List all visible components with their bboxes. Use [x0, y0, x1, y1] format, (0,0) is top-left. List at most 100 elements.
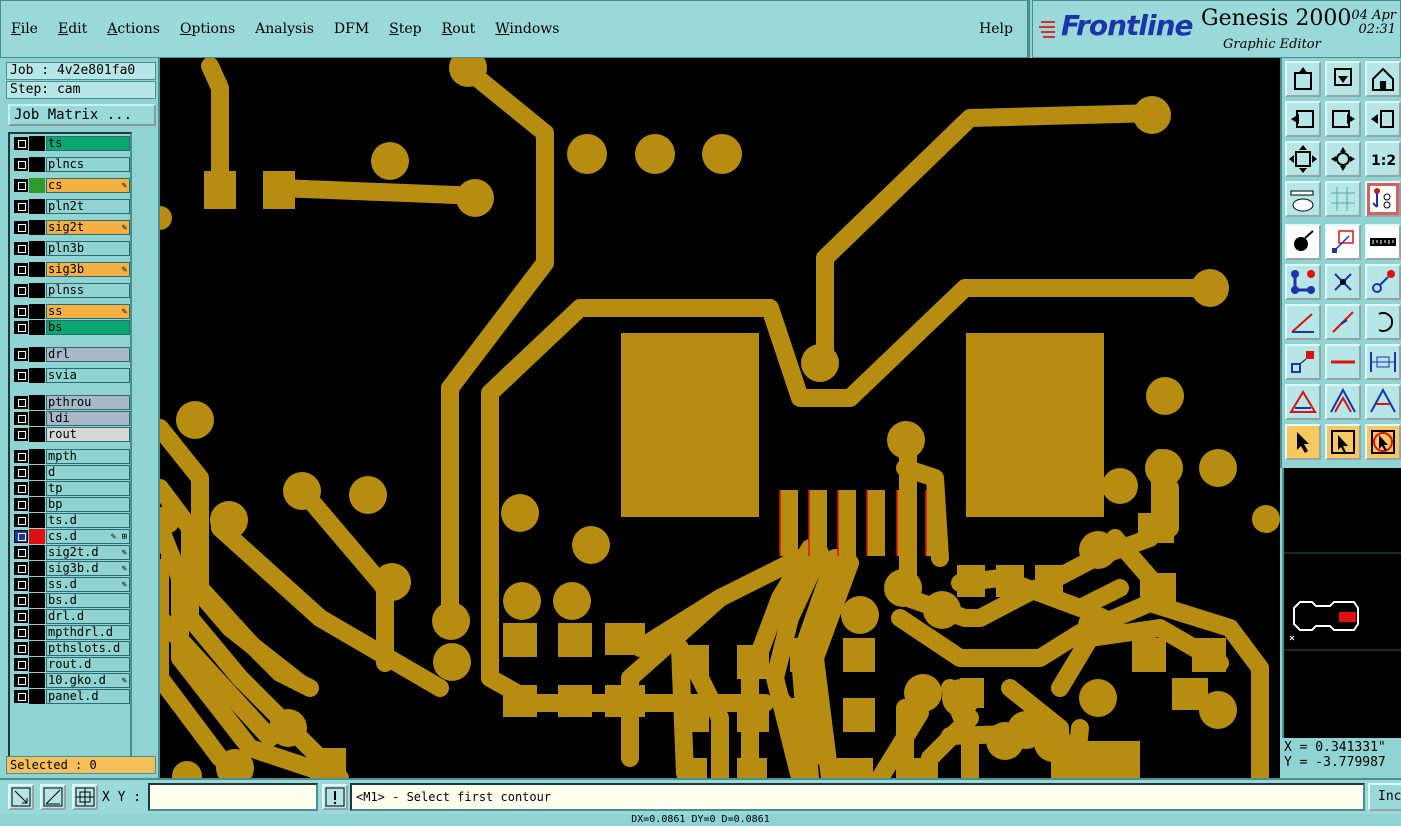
layer-color-swatch[interactable]: [29, 513, 45, 528]
layer-row-10-gko-d[interactable]: 10.gko.d ✎: [12, 673, 130, 688]
layer-checkbox[interactable]: [14, 321, 28, 334]
layer-name[interactable]: rout: [46, 427, 130, 442]
delete-node-button[interactable]: [1325, 264, 1361, 300]
layer-checkbox[interactable]: [14, 514, 28, 527]
angle-mode-button[interactable]: [40, 784, 66, 810]
layer-checkbox[interactable]: [14, 137, 28, 150]
layer-row-bp[interactable]: bp: [12, 497, 130, 512]
graphic-canvas[interactable]: [160, 58, 1280, 778]
layer-checkbox[interactable]: [14, 658, 28, 671]
layer-checkbox[interactable]: [14, 642, 28, 655]
layer-row-sig3b-d[interactable]: sig3b.d ✎: [12, 561, 130, 576]
layer-row-ss-d[interactable]: ss.d ✎: [12, 577, 130, 592]
layer-checkbox[interactable]: [14, 546, 28, 559]
pointer-box-button[interactable]: [1325, 424, 1361, 460]
layer-color-swatch[interactable]: [29, 689, 45, 704]
layer-checkbox[interactable]: [14, 221, 28, 234]
layer-color-swatch[interactable]: [29, 368, 45, 383]
layer-row-rout[interactable]: rout: [12, 427, 130, 442]
layer-checkbox[interactable]: [14, 450, 28, 463]
layer-checkbox[interactable]: [14, 284, 28, 297]
layer-name[interactable]: 10.gko.d ✎: [46, 673, 130, 688]
layer-color-swatch[interactable]: [29, 609, 45, 624]
layer-name[interactable]: pthrou: [46, 395, 130, 410]
layer-color-swatch[interactable]: [29, 241, 45, 256]
layer-color-swatch[interactable]: [29, 481, 45, 496]
layer-row-pln2t[interactable]: pln2t: [12, 199, 130, 214]
layer-checkbox[interactable]: [14, 482, 28, 495]
layer-name[interactable]: mpth: [46, 449, 130, 464]
layer-color-swatch[interactable]: [29, 283, 45, 298]
layer-color-swatch[interactable]: [29, 657, 45, 672]
layer-row-plnss[interactable]: plnss: [12, 283, 130, 298]
layer-checkbox[interactable]: [14, 690, 28, 703]
layer-name[interactable]: rout.d: [46, 657, 130, 672]
layer-color-swatch[interactable]: [29, 262, 45, 277]
layer-name[interactable]: plnss: [46, 283, 130, 298]
layer-color-swatch[interactable]: [29, 157, 45, 172]
layer-row-sig3b[interactable]: sig3b ✎: [12, 262, 130, 277]
layer-row-rout-d[interactable]: rout.d: [12, 657, 130, 672]
layer-color-swatch[interactable]: [29, 465, 45, 480]
layer-checkbox[interactable]: [14, 428, 28, 441]
layer-name[interactable]: ss.d ✎: [46, 577, 130, 592]
layer-color-swatch[interactable]: [29, 199, 45, 214]
layer-row-bs-d[interactable]: bs.d: [12, 593, 130, 608]
layer-color-swatch[interactable]: [29, 347, 45, 362]
grid-button[interactable]: [1325, 181, 1361, 217]
layer-checkbox[interactable]: [14, 466, 28, 479]
xy-input[interactable]: [148, 783, 318, 811]
layer-row-ts[interactable]: ts: [12, 136, 130, 151]
grid-mode-button[interactable]: [72, 784, 98, 810]
layer-name[interactable]: sig3b ✎: [46, 262, 130, 277]
layer-checkbox[interactable]: [14, 594, 28, 607]
pan-right-button[interactable]: [1325, 101, 1361, 137]
layer-name[interactable]: cs.d ✎ ⊞: [46, 529, 130, 544]
dimension-button[interactable]: [1365, 344, 1401, 380]
inc-button[interactable]: Inc: [1368, 783, 1401, 811]
layer-name[interactable]: bs.d: [46, 593, 130, 608]
layer-color-swatch[interactable]: [29, 136, 45, 151]
menu-help[interactable]: Help: [979, 21, 1013, 37]
layer-checkbox[interactable]: [14, 562, 28, 575]
layer-row-drl[interactable]: drl: [12, 347, 130, 362]
select-feature-button[interactable]: [1285, 224, 1321, 260]
zoom-fit-button[interactable]: [1285, 141, 1321, 177]
zoom-down-button[interactable]: [1325, 61, 1361, 97]
layer-name[interactable]: plncs: [46, 157, 130, 172]
move-node-button[interactable]: [1365, 264, 1401, 300]
layer-color-swatch[interactable]: [29, 641, 45, 656]
layer-name[interactable]: d: [46, 465, 130, 480]
measure-button[interactable]: [1365, 224, 1401, 260]
layer-checkbox[interactable]: [14, 263, 28, 276]
layer-checkbox[interactable]: [14, 610, 28, 623]
layer-row-ldi[interactable]: ldi: [12, 411, 130, 426]
layer-row-cs-d[interactable]: cs.d ✎ ⊞: [12, 529, 130, 544]
layer-color-swatch[interactable]: [29, 320, 45, 335]
layer-name[interactable]: sig2t.d ✎: [46, 545, 130, 560]
pan-left-button[interactable]: [1285, 101, 1321, 137]
layer-color-swatch[interactable]: [29, 411, 45, 426]
layer-checkbox[interactable]: [14, 498, 28, 511]
layer-row-cs[interactable]: cs ✎: [12, 178, 130, 193]
layer-checkbox[interactable]: [14, 396, 28, 409]
layer-checkbox[interactable]: [14, 674, 28, 687]
horizontal-line-button[interactable]: [1325, 344, 1361, 380]
connect-button[interactable]: [1285, 264, 1321, 300]
menu-dfm[interactable]: DFM: [334, 21, 369, 37]
surface-button[interactable]: [1325, 384, 1361, 420]
layer-checkbox[interactable]: [14, 348, 28, 361]
menu-options[interactable]: Options: [180, 21, 235, 37]
layer-color-swatch[interactable]: [29, 304, 45, 319]
menu-actions[interactable]: Actions: [107, 21, 160, 37]
draw-line-button[interactable]: [1325, 304, 1361, 340]
layer-row-pthrou[interactable]: pthrou: [12, 395, 130, 410]
layer-name[interactable]: sig2t ✎: [46, 220, 130, 235]
layer-name[interactable]: ts: [46, 136, 130, 151]
overview-panel[interactable]: [1282, 468, 1401, 738]
layer-color-swatch[interactable]: [29, 529, 45, 544]
draw-arc-button[interactable]: [1365, 304, 1401, 340]
layer-name[interactable]: bp: [46, 497, 130, 512]
layer-color-swatch[interactable]: [29, 577, 45, 592]
layer-row-d[interactable]: d: [12, 465, 130, 480]
